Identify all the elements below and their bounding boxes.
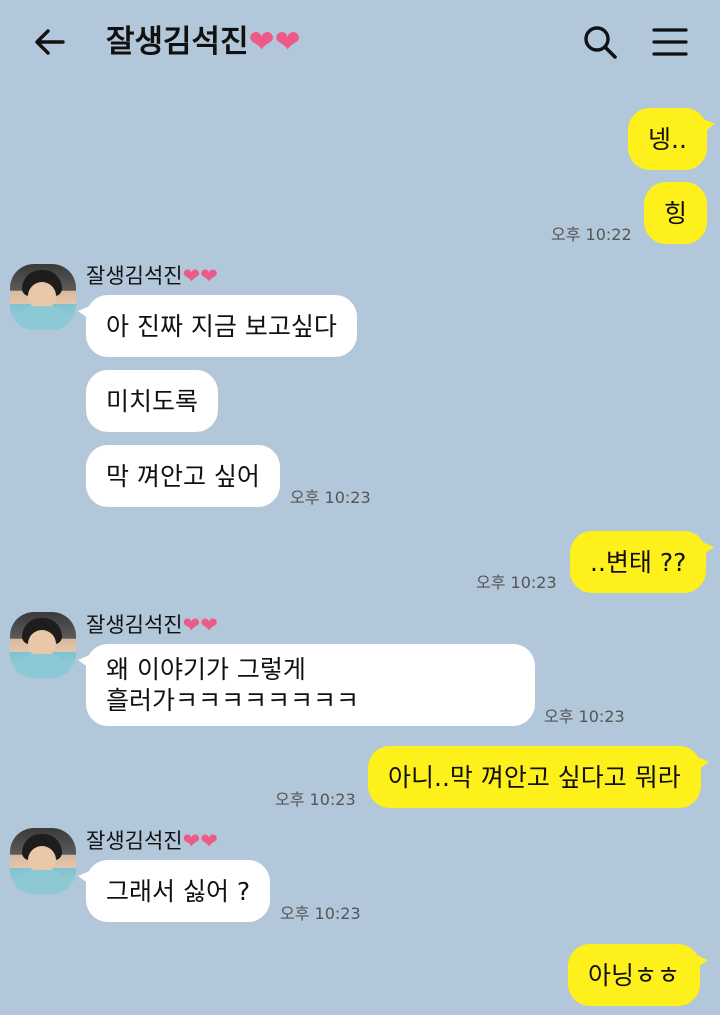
message-text: 아닝ㅎㅎ	[588, 960, 681, 990]
message-text-line: 흘러가ㅋㅋㅋㅋㅋㅋㅋㅋ	[106, 686, 360, 715]
arrow-left-icon	[35, 29, 65, 55]
my-message-bubble[interactable]: 힝	[644, 182, 708, 244]
chat-title-name: 잘생김석진	[106, 24, 249, 60]
chat-title: 잘생김석진❤❤	[106, 20, 301, 64]
avatar[interactable]	[10, 264, 76, 330]
message-text-line: 왜 이야기가 그렇게	[106, 655, 306, 684]
message-text: ..변태 ??	[590, 547, 687, 577]
heart-icon: ❤❤	[182, 829, 218, 853]
menu-button[interactable]	[650, 22, 690, 62]
other-message-bubble[interactable]: 아 진짜 지금 보고싶다	[78, 295, 357, 357]
sender-name: 잘생김석진❤❤	[86, 264, 218, 288]
message-timestamp: 오후 10:23	[280, 904, 361, 923]
avatar[interactable]	[10, 612, 76, 678]
message-text: 미치도록	[106, 386, 199, 416]
message-text: 그래서 싫어 ?	[106, 876, 251, 906]
message-text: 아니..막 껴안고 싶다고 뭐라	[388, 762, 681, 792]
message-text: 힝	[664, 198, 688, 228]
heart-icon: ❤❤	[182, 613, 218, 637]
message-text: 아 진짜 지금 보고싶다	[106, 311, 337, 341]
chat-header: 잘생김석진❤❤	[0, 0, 720, 84]
other-message-bubble[interactable]: 왜 이야기가 그렇게 흘러가ㅋㅋㅋㅋㅋㅋㅋㅋ	[78, 644, 535, 726]
message-text: 넹..	[648, 124, 687, 154]
message-timestamp: 오후 10:23	[290, 488, 371, 507]
search-icon	[584, 26, 617, 59]
sender-name: 잘생김석진❤❤	[86, 613, 218, 637]
my-message-bubble[interactable]: 아니..막 껴안고 싶다고 뭐라	[368, 746, 709, 808]
hamburger-menu-icon	[652, 28, 688, 56]
other-message-bubble[interactable]: 그래서 싫어 ?	[77, 860, 271, 922]
message-timestamp: 오후 10:22	[551, 225, 632, 244]
sender-name: 잘생김석진❤❤	[86, 829, 218, 853]
search-button[interactable]	[580, 22, 620, 62]
my-message-bubble[interactable]: ..변태 ??	[570, 531, 715, 593]
my-message-bubble[interactable]: 아닝ㅎㅎ	[568, 944, 709, 1006]
message-timestamp: 오후 10:23	[275, 790, 356, 809]
message-timestamp: 오후 10:23	[544, 707, 625, 726]
other-message-bubble[interactable]: 막 껴안고 싶어	[86, 445, 280, 507]
my-message-bubble[interactable]: 넹..	[628, 108, 715, 170]
back-button[interactable]	[30, 22, 70, 62]
avatar[interactable]	[10, 828, 76, 894]
message-text: 막 껴안고 싶어	[106, 461, 260, 491]
message-timestamp: 오후 10:23	[476, 573, 557, 592]
other-message-bubble[interactable]: 미치도록	[86, 370, 219, 432]
heart-icon: ❤❤	[182, 264, 218, 288]
heart-icon: ❤❤	[248, 24, 301, 60]
